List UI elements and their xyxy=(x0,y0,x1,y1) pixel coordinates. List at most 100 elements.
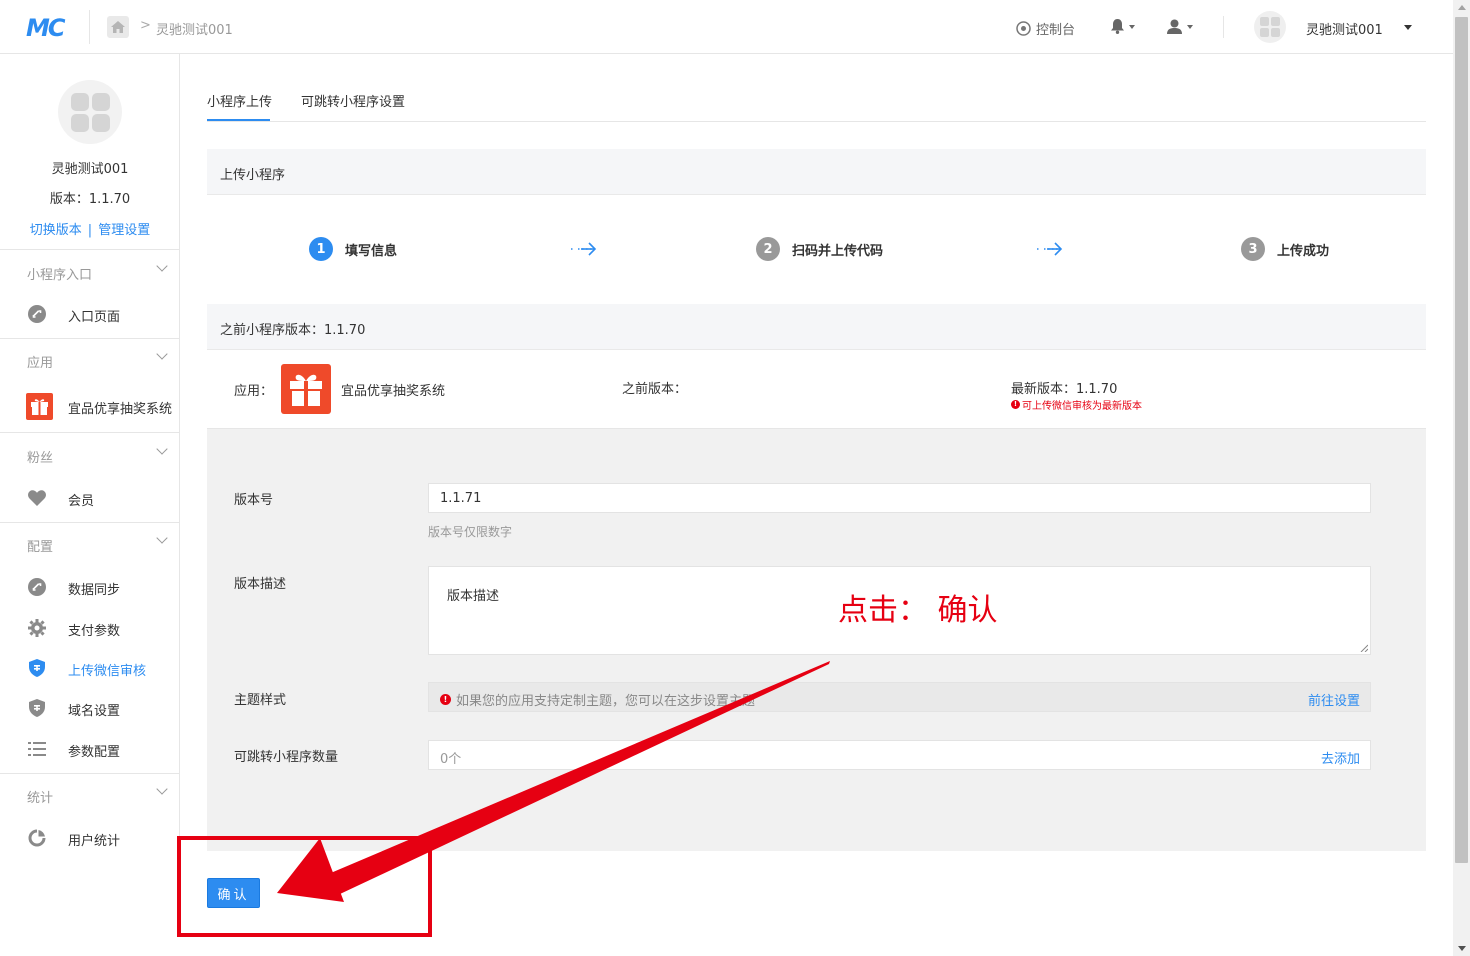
step-label: 扫码并上传代码 xyxy=(792,243,884,259)
notifications-button[interactable] xyxy=(1111,19,1135,34)
sidebar-item-members[interactable]: 会员 xyxy=(0,483,180,513)
sidebar-item-label: 支付参数 xyxy=(68,624,121,639)
sidebar-divider xyxy=(0,249,180,250)
upload-form: 版本号 1.1.71 版本号仅限数字 版本描述 版本描述 主题样式 ! 如果您的… xyxy=(207,429,1426,851)
prev-version-title: 之前小程序版本：1.1.70 xyxy=(220,323,366,338)
sidebar-app-name: 灵驰测试001 xyxy=(51,162,129,177)
sidebar-links: 切换版本 | 管理设置 xyxy=(0,219,180,238)
theme-box: ! 如果您的应用支持定制主题，您可以在这步设置主题 前往设置 xyxy=(428,682,1371,712)
sidebar-item-entry-page[interactable]: 入口页面 xyxy=(0,299,180,329)
sidebar-divider xyxy=(0,432,180,433)
tab-miniprogram-upload[interactable]: 小程序上传 xyxy=(207,91,272,110)
sidebar-item-label: 用户统计 xyxy=(68,834,121,849)
gift-icon xyxy=(26,393,53,420)
app-avatar xyxy=(58,80,122,144)
header-divider xyxy=(1223,16,1224,38)
home-icon[interactable] xyxy=(107,16,129,38)
scroll-up-icon[interactable] xyxy=(1458,5,1466,10)
theme-tip-text: 如果您的应用支持定制主题，您可以在这步设置主题 xyxy=(456,694,756,709)
sidebar-item-label: 数据同步 xyxy=(68,583,121,598)
goto-settings-link[interactable]: 前往设置 xyxy=(1308,690,1360,709)
sidebar-item-label: 参数配置 xyxy=(68,745,121,760)
scroll-down-icon[interactable] xyxy=(1458,946,1466,951)
sidebar-group-config[interactable]: 配置 xyxy=(27,536,53,555)
version-help: 版本号仅限数字 xyxy=(428,525,513,539)
sidebar-group-fans[interactable]: 粉丝 xyxy=(27,447,53,466)
sidebar-item-payment-params[interactable]: 支付参数 xyxy=(0,613,180,643)
annotation-highlight-box xyxy=(177,836,432,937)
step-upload-success: 3 上传成功 xyxy=(1241,237,1329,261)
version-input[interactable]: 1.1.71 xyxy=(428,483,1371,513)
latest-version: 最新版本：1.1.70 xyxy=(1011,382,1118,397)
alert-icon: ! xyxy=(440,694,451,705)
account-name[interactable]: 灵驰测试001 xyxy=(1306,19,1383,38)
chevron-down-icon[interactable] xyxy=(156,260,168,272)
logo[interactable]: MC xyxy=(26,14,65,42)
step-label: 填写信息 xyxy=(345,243,398,259)
step-scan-upload: 2 扫码并上传代码 xyxy=(756,237,883,261)
account-dropdown-icon[interactable] xyxy=(1404,25,1412,30)
sidebar: 灵驰测试001 版本：1.1.70 切换版本 | 管理设置 小程序入口 入口页面 应… xyxy=(0,54,180,862)
caret-down-icon xyxy=(1129,24,1135,29)
user-menu-button[interactable] xyxy=(1167,19,1193,34)
upload-section-title: 上传小程序 xyxy=(220,168,286,183)
tab-jump-settings[interactable]: 可跳转小程序设置 xyxy=(301,91,405,110)
sidebar-group-apps[interactable]: 应用 xyxy=(27,352,53,371)
page-scrollbar[interactable] xyxy=(1453,0,1470,956)
link-separator: | xyxy=(87,223,93,238)
theme-label: 主题样式 xyxy=(234,693,287,708)
sidebar-version: 版本：1.1.70 xyxy=(49,192,131,207)
step-number: 1 xyxy=(309,237,333,261)
sidebar-item-label: 宜品优享抽奖系统 xyxy=(68,402,173,417)
chevron-down-icon[interactable] xyxy=(156,443,168,455)
sidebar-item-data-sync[interactable]: 数据同步 xyxy=(0,572,180,602)
latest-tip-text: 可上传微信审核为最新版本 xyxy=(1022,401,1142,412)
step-arrow-icon xyxy=(1037,242,1063,256)
console-label: 控制台 xyxy=(1036,23,1076,38)
sidebar-item-wechat-review[interactable]: 上传微信审核 xyxy=(0,653,180,683)
prev-version-label: 之前版本： xyxy=(622,382,688,397)
chevron-down-icon[interactable] xyxy=(156,532,168,544)
app-info-row: 应用： 宜品优享抽奖系统 之前版本： 最新版本：1.1.70 ! 可上传微信审核… xyxy=(207,351,1426,429)
description-label: 版本描述 xyxy=(234,577,287,592)
annotation-text: 点击： 确认 xyxy=(838,593,998,628)
step-fill-info: 1 填写信息 xyxy=(309,237,397,261)
sidebar-divider xyxy=(0,338,180,339)
resize-handle-icon[interactable] xyxy=(1360,644,1368,652)
list-icon xyxy=(27,739,47,759)
jump-count-field[interactable]: 0个 去添加 xyxy=(428,740,1371,770)
chevron-down-icon[interactable] xyxy=(156,348,168,360)
jump-count-label: 可跳转小程序数量 xyxy=(234,750,339,765)
upload-section-header: 上传小程序 xyxy=(207,149,1426,195)
sidebar-item-lottery-app[interactable]: 宜品优享抽奖系统 xyxy=(0,391,180,421)
sidebar-item-label: 上传微信审核 xyxy=(68,664,147,679)
user-icon xyxy=(1167,19,1182,34)
theme-tip: ! 如果您的应用支持定制主题，您可以在这步设置主题 xyxy=(440,690,755,709)
breadcrumb-chevron-icon: > xyxy=(140,18,151,33)
dashboard-icon xyxy=(1016,21,1031,36)
sidebar-divider xyxy=(0,773,180,774)
top-bar: MC > 灵驰测试001 控制台 灵驰测试001 xyxy=(0,0,1453,54)
sidebar-item-user-stats[interactable]: 用户统计 xyxy=(0,823,180,853)
chevron-down-icon[interactable] xyxy=(156,783,168,795)
step-number: 3 xyxy=(1241,237,1265,261)
breadcrumb[interactable]: 灵驰测试001 xyxy=(156,19,233,38)
manage-settings-link[interactable]: 管理设置 xyxy=(98,223,150,238)
scrollbar-thumb[interactable] xyxy=(1455,17,1468,863)
jump-count-value: 0个 xyxy=(440,752,462,767)
gift-icon xyxy=(281,364,331,414)
link-icon xyxy=(27,577,47,597)
step-number: 2 xyxy=(756,237,780,261)
add-jump-link[interactable]: 去添加 xyxy=(1321,748,1360,767)
gear-icon xyxy=(27,618,47,638)
description-placeholder: 版本描述 xyxy=(447,589,500,604)
switch-version-link[interactable]: 切换版本 xyxy=(30,223,82,238)
app-label: 应用： xyxy=(234,384,274,399)
sidebar-group-entry[interactable]: 小程序入口 xyxy=(27,264,92,283)
sidebar-item-param-config[interactable]: 参数配置 xyxy=(0,734,180,764)
sidebar-item-domain-settings[interactable]: 域名设置 xyxy=(0,693,180,723)
account-avatar[interactable] xyxy=(1254,11,1286,43)
sidebar-group-stats[interactable]: 统计 xyxy=(27,787,53,806)
console-link[interactable]: 控制台 xyxy=(1016,19,1075,38)
link-icon xyxy=(27,304,47,324)
